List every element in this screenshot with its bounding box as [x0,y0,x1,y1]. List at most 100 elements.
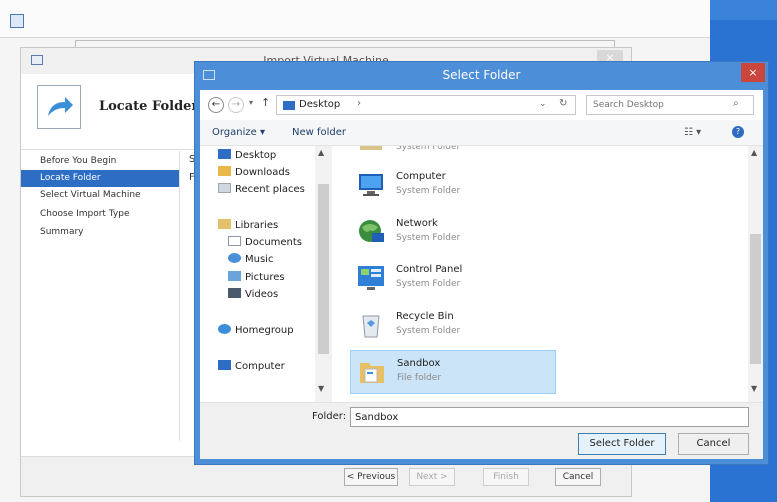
scroll-down-icon[interactable]: ▼ [751,384,757,393]
tree-item-computer[interactable]: Computer [218,359,285,375]
network-icon [356,217,386,247]
search-input[interactable] [593,98,723,112]
wizard-cancel-button[interactable]: Cancel [555,468,601,486]
recent-locations-dropdown-icon[interactable]: ▾ [249,98,253,107]
dialog-body: ← → ▾ ↑ Desktop › ⌄ ↻ ⌕ Organize ▾ New f… [200,90,763,459]
up-arrow-icon[interactable]: ↑ [261,96,270,109]
list-item[interactable]: Control Panel System Folder [350,257,556,301]
tree-item-label: Documents [245,237,303,248]
back-arrow-icon[interactable]: ← [208,97,224,113]
control-panel-icon [356,263,386,293]
new-folder-button[interactable]: New folder [292,127,346,138]
homegroup-icon [218,324,231,334]
tree-item-desktop[interactable]: Desktop [218,148,276,164]
videos-icon [228,288,241,298]
finish-button[interactable]: Finish [483,468,529,486]
dialog-cancel-button[interactable]: Cancel [678,433,749,455]
documents-icon [228,236,241,246]
desktop-icon [218,149,231,159]
background-toolbar [0,0,710,38]
file-name: Computer [396,171,446,182]
file-name: Network [396,218,438,229]
tree-item-label: Desktop [235,150,277,161]
organize-menu[interactable]: Organize ▾ [212,127,265,138]
list-item[interactable]: Recycle Bin System Folder [350,304,556,348]
tree-item-label: Libraries [235,220,279,231]
file-type: System Folder [396,279,461,289]
wizard-divider [179,151,180,441]
address-location[interactable]: Desktop [299,99,340,110]
address-dropdown-icon[interactable]: ⌄ [539,99,547,109]
tree-item-label: Downloads [235,167,290,178]
wizard-steps-nav: Before You Begin Locate Folder Select Vi… [21,151,181,441]
desktop-location-icon [283,101,295,110]
tree-item-music[interactable]: Music [228,252,273,268]
file-name: Recycle Bin [396,311,454,322]
tree-item-homegroup[interactable]: Homegroup [218,323,294,339]
command-bar: Organize ▾ New folder ☷ ▾ ? [200,120,763,146]
select-folder-button[interactable]: Select Folder [578,433,666,455]
navigation-bar: ← → ▾ ↑ Desktop › ⌄ ↻ ⌕ [200,90,763,120]
tree-item-label: Homegroup [235,325,294,336]
tree-item-label: Videos [245,289,279,300]
search-box[interactable]: ⌕ [586,95,754,115]
scroll-up-icon[interactable]: ▲ [318,148,324,157]
folder-label: Folder: [312,411,347,422]
tree-item-label: Pictures [245,272,285,283]
tree-item-label: Recent places [235,184,305,195]
file-name: Sandbox [397,358,441,369]
user-folder-icon [356,146,386,156]
downloads-icon [218,166,231,176]
step-choose-import-type[interactable]: Choose Import Type [21,206,179,223]
tree-item-label: Computer [235,361,285,372]
search-icon[interactable]: ⌕ [733,98,739,109]
list-item[interactable]: Network System Folder [350,211,556,255]
view-options-icon[interactable]: ☷ ▾ [684,127,701,138]
dialog-title: Select Folder [442,68,521,82]
scrollbar-thumb[interactable] [318,184,329,354]
tree-item-downloads[interactable]: Downloads [218,165,290,181]
pictures-icon [228,271,241,281]
refresh-icon[interactable]: ↻ [559,98,567,109]
file-list-scrollbar[interactable]: ▲ ▼ [748,146,763,402]
folder-name-input[interactable] [350,407,749,427]
dialog-close-button[interactable]: × [741,63,765,82]
step-before-you-begin[interactable]: Before You Begin [21,153,179,170]
address-chevron-icon[interactable]: › [357,98,361,109]
recycle-bin-icon [356,310,386,340]
list-item[interactable]: Computer System Folder [350,164,556,208]
dialog-footer: Folder: Select Folder Cancel [200,402,763,459]
list-item-selected[interactable]: Sandbox File folder [350,350,556,394]
file-type: System Folder [396,326,461,336]
libraries-icon [218,219,231,229]
step-locate-folder[interactable]: Locate Folder [21,170,179,187]
next-button[interactable]: Next > [409,468,455,486]
scroll-down-icon[interactable]: ▼ [318,384,324,393]
recent-places-icon [218,183,231,193]
navigation-pane: Desktop Downloads Recent places Librarie… [200,146,332,402]
previous-button[interactable]: < Previous [344,468,398,486]
help-icon[interactable]: ? [732,126,744,138]
step-select-virtual-machine[interactable]: Select Virtual Machine [21,187,179,204]
tree-item-pictures[interactable]: Pictures [228,270,285,286]
scrollbar-thumb[interactable] [750,234,761,364]
address-bar[interactable]: Desktop › ⌄ ↻ [276,95,576,115]
tree-item-documents[interactable]: Documents [228,235,302,251]
wizard-header-title: Locate Folder [99,99,199,114]
tree-item-recent-places[interactable]: Recent places [218,182,305,198]
navigation-pane-scrollbar[interactable]: ▲ ▼ [315,146,332,402]
file-name: Control Panel [396,264,463,275]
list-item[interactable]: System Folder [350,146,556,164]
file-type: System Folder [396,186,461,196]
app-icon[interactable] [10,14,24,28]
scroll-up-icon[interactable]: ▲ [751,148,757,157]
forward-arrow-icon[interactable]: → [228,97,244,113]
computer-icon [356,170,386,200]
desktop-background-top [710,0,777,20]
step-summary[interactable]: Summary [21,224,179,241]
folder-icon [357,357,387,387]
music-icon [228,253,241,263]
tree-item-videos[interactable]: Videos [228,287,278,303]
select-folder-dialog: Select Folder × ← → ▾ ↑ Desktop › ⌄ ↻ ⌕ … [194,61,769,465]
tree-item-libraries[interactable]: Libraries [218,218,278,234]
